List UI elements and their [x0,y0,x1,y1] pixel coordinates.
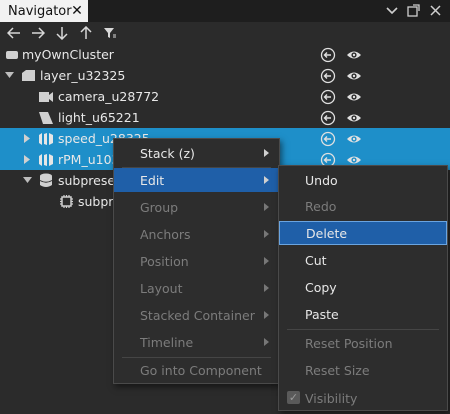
window-controls [385,3,442,18]
context-menu: Stack (z) Edit Group Anchors Position La… [113,138,280,384]
menu-item-edit[interactable]: Edit [114,168,279,192]
menu-item-label: Visibility [305,390,358,406]
menu-item-anchors[interactable]: Anchors [114,222,279,246]
menu-item-cut[interactable]: Cut [279,248,447,272]
submenu-arrow-icon [264,284,269,292]
close-panel-icon[interactable] [429,3,442,18]
tree-row[interactable]: light_u65221 [0,107,450,128]
menu-item-label: Stack (z) [140,145,195,161]
panel-title-bar: Navigator ✕ [0,0,450,22]
tree-row-label: layer_u32325 [40,68,126,83]
lock-toggle-icon[interactable] [320,68,336,84]
sequence-icon [38,152,54,168]
menu-item-label: Go into Component [140,362,262,378]
menu-item-label: Group [140,199,179,215]
tree-row-label: camera_u28772 [58,89,160,104]
back-arrow-icon[interactable] [6,25,22,41]
menu-item-label: Reset Size [305,362,370,378]
expand-arrow-icon[interactable] [22,134,32,144]
checkbox-checked-icon[interactable]: ✓ [287,391,300,404]
expand-arrow-icon[interactable] [22,155,32,165]
menu-item-label: Delete [306,225,348,241]
menu-item-label: Reset Position [305,335,393,351]
menu-item-label: Edit [140,172,165,188]
menu-item-label: Layout [140,280,183,296]
lock-toggle-icon[interactable] [320,47,336,63]
lock-toggle-icon[interactable] [320,131,336,147]
database-icon [38,173,54,189]
tree-row[interactable]: layer_u32325 [0,65,450,86]
visibility-eye-icon[interactable] [346,68,362,84]
menu-item-paste[interactable]: Paste [279,302,447,326]
navigator-tab-label: Navigator [8,3,72,19]
component-icon [58,194,74,210]
lock-toggle-icon[interactable] [320,110,336,126]
menu-item-label: Stacked Container [140,307,255,323]
submenu-arrow-icon [264,203,269,211]
menu-item-timeline[interactable]: Timeline [114,330,279,354]
menu-item-group[interactable]: Group [114,195,279,219]
submenu-arrow-icon [264,230,269,238]
visibility-eye-icon[interactable] [346,89,362,105]
collapse-arrow-icon[interactable] [4,71,14,81]
submenu-arrow-icon [264,257,269,265]
menu-item-go-into-component[interactable]: Go into Component [114,358,279,382]
navigator-toolbar [0,22,450,44]
menu-item-layout[interactable]: Layout [114,276,279,300]
menu-item-label: Timeline [140,334,194,350]
tree-row-label: myOwnCluster [22,47,114,62]
menu-item-label: Position [140,253,189,269]
navigator-tab[interactable]: Navigator ✕ [0,0,88,22]
layer-icon [20,68,36,84]
menu-item-label: Paste [305,306,339,322]
light-icon [38,110,54,126]
float-window-icon[interactable] [407,3,420,18]
cluster-icon [4,47,20,63]
tree-row[interactable]: camera_u28772 [0,86,450,107]
submenu-arrow-icon [264,311,269,319]
menu-item-label: Redo [305,198,337,214]
close-icon[interactable]: ✕ [69,3,85,19]
filter-icon[interactable] [102,25,118,41]
forward-arrow-icon[interactable] [30,25,46,41]
edit-submenu: Undo Redo Delete Cut Copy Paste Reset Po… [278,165,448,411]
menu-item-delete[interactable]: Delete [279,221,447,245]
submenu-arrow-icon [264,338,269,346]
menu-item-reset-size[interactable]: Reset Size [279,358,447,382]
sequence-icon [38,131,54,147]
visibility-eye-icon[interactable] [346,110,362,126]
menu-item-label: Copy [305,279,337,295]
menu-item-label: Anchors [140,226,191,242]
tree-row-label: light_u65221 [58,110,140,125]
menu-separator [287,329,439,330]
menu-item-stack[interactable]: Stack (z) [114,141,279,165]
chevron-down-icon[interactable] [385,3,398,18]
lock-toggle-icon[interactable] [320,89,336,105]
menu-item-redo[interactable]: Redo [279,194,447,218]
menu-item-position[interactable]: Position [114,249,279,273]
visibility-eye-icon[interactable] [346,47,362,63]
menu-item-copy[interactable]: Copy [279,275,447,299]
menu-item-label: Cut [305,252,327,268]
menu-item-stacked-container[interactable]: Stacked Container [114,303,279,327]
tree-row[interactable]: myOwnCluster [0,44,450,65]
submenu-arrow-icon [264,149,269,157]
down-arrow-icon[interactable] [54,25,70,41]
menu-item-label: Undo [305,172,338,188]
collapse-arrow-icon[interactable] [22,176,32,186]
camera-icon [38,89,54,105]
menu-item-undo[interactable]: Undo [279,168,447,192]
menu-item-reset-position[interactable]: Reset Position [279,331,447,355]
up-arrow-icon[interactable] [78,25,94,41]
menu-item-visibility[interactable]: ✓ Visibility [279,386,447,410]
submenu-arrow-icon [264,176,269,184]
visibility-eye-icon[interactable] [346,131,362,147]
